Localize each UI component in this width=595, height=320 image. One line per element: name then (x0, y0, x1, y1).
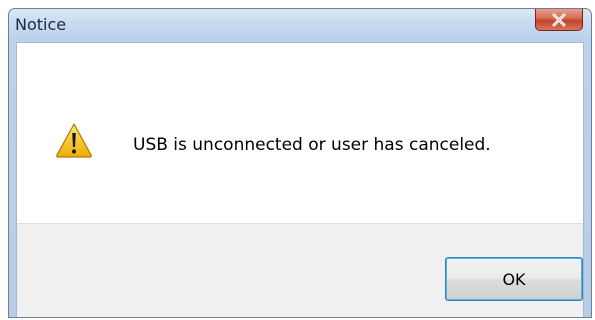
close-icon (552, 13, 566, 26)
title-bar[interactable]: Notice (9, 9, 591, 37)
message-text: USB is unconnected or user has canceled. (133, 135, 491, 155)
dialog-content: USB is unconnected or user has canceled.… (16, 42, 584, 317)
notice-dialog: Notice USB is unconnected or user has ca… (8, 8, 592, 318)
button-area: OK (17, 223, 583, 317)
dialog-title: Notice (15, 15, 67, 34)
message-area: USB is unconnected or user has canceled. (17, 43, 583, 223)
warning-icon (56, 123, 92, 158)
close-button[interactable] (535, 9, 583, 31)
ok-button[interactable]: OK (445, 257, 583, 301)
